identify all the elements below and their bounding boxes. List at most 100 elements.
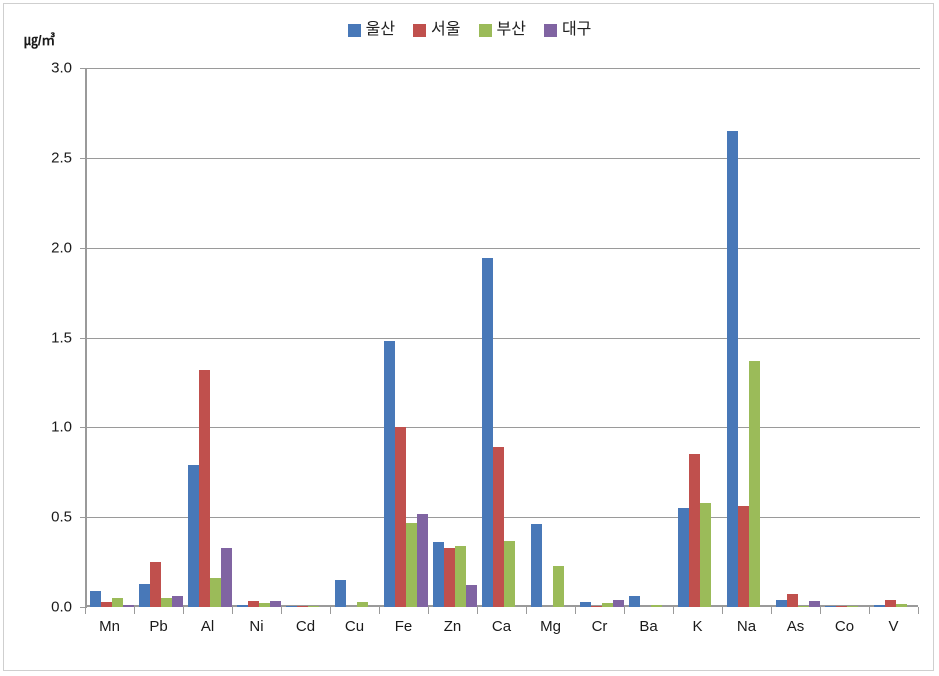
bar[interactable] (405, 522, 417, 607)
bar[interactable] (612, 599, 624, 607)
x-axis-category-label: V (888, 618, 899, 635)
bar[interactable] (884, 599, 896, 607)
x-axis-tick-mark (624, 607, 625, 614)
bar-group (577, 68, 626, 607)
y-axis-tick-mark (80, 427, 87, 429)
bar[interactable] (503, 540, 515, 607)
legend-label: 서울 (431, 21, 461, 38)
bar[interactable] (171, 596, 183, 607)
y-axis-tick-mark (80, 337, 87, 339)
bar[interactable] (383, 341, 395, 607)
x-axis-tick-mark (526, 607, 527, 614)
bar[interactable] (198, 369, 210, 607)
bar[interactable] (748, 360, 760, 607)
chart-legend: 울산 서울 부산 대구 (0, 22, 939, 38)
x-axis-tick-mark (575, 607, 576, 614)
bar[interactable] (786, 594, 798, 607)
bar[interactable] (394, 427, 406, 607)
x-axis-tick-mark (232, 607, 233, 614)
y-axis-tick-label: 0.5 (51, 508, 72, 526)
bar[interactable] (552, 565, 564, 607)
bar-group (871, 68, 920, 607)
bar[interactable] (160, 598, 172, 607)
bar[interactable] (628, 596, 640, 607)
bar[interactable] (443, 547, 455, 607)
bar[interactable] (492, 447, 504, 607)
bar-group (283, 68, 332, 607)
bar[interactable] (481, 258, 493, 607)
y-axis-tick-mark (80, 517, 87, 519)
x-axis-tick-mark (918, 607, 919, 614)
x-axis-tick-mark (281, 607, 282, 614)
bar[interactable] (432, 542, 444, 607)
x-axis-category-label: Ba (639, 618, 658, 635)
bar-chart: ㎍/㎥ 울산 서울 부산 대구 3.0 2.5 2.0 1.5 1.0 0.5 0.0 Mn Pb A… (0, 0, 939, 676)
x-axis-tick-mark (330, 607, 331, 614)
x-axis-category-label: Ca (491, 618, 512, 635)
x-axis-category-label: Mg (540, 618, 561, 635)
bar-group (773, 68, 822, 607)
bar[interactable] (220, 547, 232, 607)
bar[interactable] (454, 545, 466, 607)
bar[interactable] (89, 590, 101, 607)
bar-group (136, 68, 185, 607)
plot-area (80, 68, 920, 608)
bar[interactable] (699, 502, 711, 607)
bar-group (675, 68, 724, 607)
x-axis-tick-mark (771, 607, 772, 614)
bar[interactable] (209, 578, 221, 607)
bar[interactable] (775, 599, 787, 607)
x-axis-category-label: Fe (394, 618, 413, 635)
bar-group (822, 68, 871, 607)
bar[interactable] (737, 506, 749, 607)
x-axis-tick-mark (134, 607, 135, 614)
x-axis-category-label: Cu (344, 618, 365, 635)
bar-group (479, 68, 528, 607)
legend-entry[interactable]: 서울 (413, 21, 461, 38)
bar-groups (87, 68, 920, 607)
x-axis-category-label: Mn (99, 618, 120, 635)
bar-group (332, 68, 381, 607)
bar-group (381, 68, 430, 607)
x-axis-category-label: Co (834, 618, 855, 635)
bar[interactable] (465, 585, 477, 607)
bar[interactable] (138, 583, 150, 607)
y-axis-tick-label: 2.0 (51, 239, 72, 257)
bar-group (528, 68, 577, 607)
bar[interactable] (530, 524, 542, 607)
bar-group (724, 68, 773, 607)
x-axis-category-label: Al (200, 618, 215, 635)
x-axis-category-label: Cr (591, 618, 608, 635)
bar[interactable] (334, 580, 346, 607)
bar-group (185, 68, 234, 607)
y-axis-tick-label: 1.5 (51, 329, 72, 346)
y-axis-tick-mark (80, 157, 87, 159)
bar[interactable] (416, 513, 428, 607)
legend-swatch-icon (478, 23, 492, 37)
x-axis-category-label: Ni (249, 618, 264, 635)
x-axis-tick-mark (869, 607, 870, 614)
bar[interactable] (677, 508, 689, 607)
y-axis-tick-label: 1.0 (51, 418, 72, 436)
bar-group (87, 68, 136, 607)
x-axis-tick-mark (722, 607, 723, 614)
legend-swatch-icon (413, 23, 427, 37)
x-axis-tick-mark (673, 607, 674, 614)
bar[interactable] (111, 598, 123, 607)
legend-label: 부산 (496, 21, 526, 38)
x-axis-category-label: As (786, 618, 805, 635)
legend-swatch-icon (347, 23, 361, 37)
legend-entry[interactable]: 울산 (347, 22, 395, 38)
bar[interactable] (726, 130, 738, 607)
x-axis-category-label: Cd (295, 618, 316, 635)
x-axis-tick-mark (428, 607, 429, 614)
legend-label: 대구 (561, 21, 592, 38)
bar-group (626, 68, 675, 607)
bar[interactable] (688, 454, 700, 607)
legend-entry[interactable]: 대구 (543, 21, 592, 38)
bar[interactable] (187, 465, 199, 607)
bar[interactable] (149, 562, 161, 607)
x-axis-tick-mark (85, 607, 86, 614)
legend-entry[interactable]: 부산 (478, 21, 526, 38)
x-axis-tick-labels: Mn Pb Al Ni Cd Cu Fe Zn Ca Mg Cr Ba K Na As Co V (85, 618, 918, 635)
